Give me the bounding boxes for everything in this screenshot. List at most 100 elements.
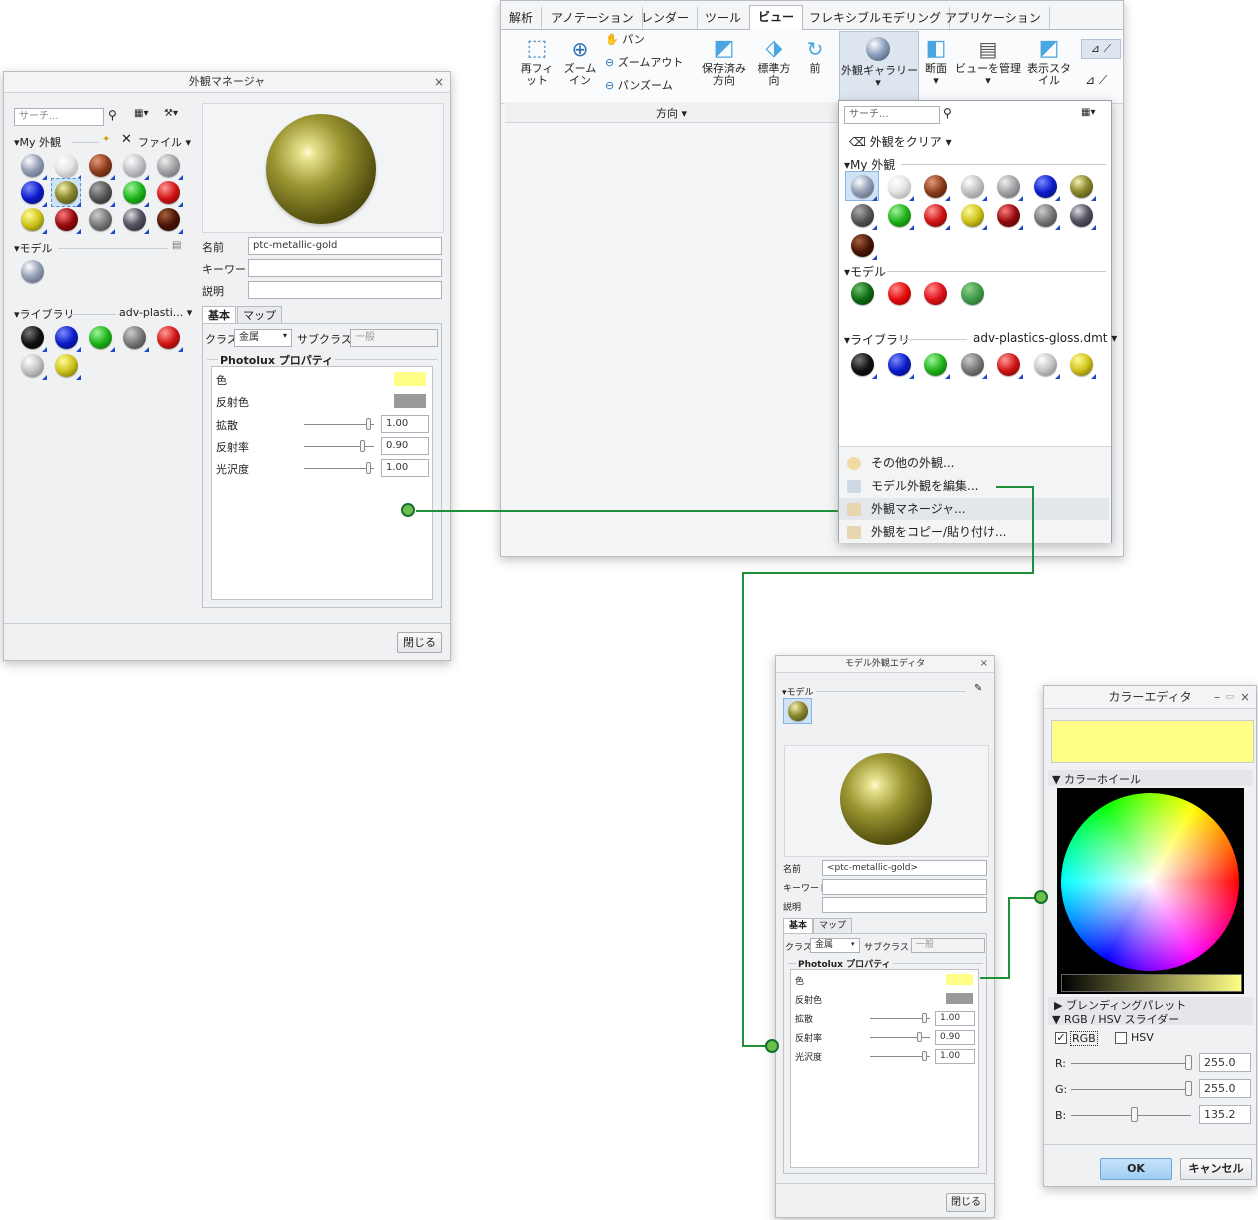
delete-icon[interactable]: ✕ — [121, 132, 132, 147]
keyword-field[interactable] — [248, 259, 442, 277]
gloss-value[interactable]: 1.00 — [381, 459, 429, 477]
library-swatch[interactable] — [888, 353, 914, 379]
library-swatch[interactable] — [89, 326, 115, 352]
tab-basic[interactable]: 基本 — [783, 918, 814, 933]
brightness-bar[interactable] — [1061, 974, 1242, 992]
saved-view-button[interactable]: ◩ 保存済み方向 — [699, 35, 749, 87]
tab-tools[interactable]: ツール — [697, 7, 751, 29]
gallery-swatch[interactable] — [924, 204, 950, 230]
clear-appearance-menu[interactable]: ⌫ 外観をクリア ▾ — [849, 133, 952, 150]
gallery-swatch[interactable] — [997, 175, 1023, 201]
diffuse-slider-thumb[interactable] — [366, 418, 371, 430]
tab-map[interactable]: マップ — [237, 306, 282, 323]
view-options-icon[interactable]: ▦▾ — [134, 108, 148, 119]
gallery-model-header[interactable]: ▾モデル — [844, 263, 886, 280]
color-swatch[interactable] — [946, 974, 973, 985]
name-field[interactable]: <ptc-metallic-gold> — [822, 860, 987, 876]
cancel-button[interactable]: キャンセル — [1180, 1158, 1252, 1180]
chevron-down-icon[interactable]: ▾ — [851, 940, 855, 948]
new-icon[interactable]: ✦ — [102, 134, 110, 145]
color-editor-titlebar[interactable]: カラーエディタ – ▭ × — [1044, 686, 1256, 709]
g-slider[interactable] — [1071, 1089, 1191, 1090]
library-swatch[interactable] — [21, 354, 47, 380]
gloss-value[interactable]: 1.00 — [935, 1049, 975, 1064]
model-swatch[interactable] — [924, 282, 947, 305]
description-field[interactable] — [248, 281, 442, 299]
appearance-swatch[interactable] — [21, 181, 47, 207]
gallery-swatch[interactable] — [1034, 204, 1060, 230]
library-swatch[interactable] — [997, 353, 1023, 379]
appearance-swatch[interactable] — [89, 181, 115, 207]
model-appearance-swatch-gold[interactable] — [788, 701, 808, 721]
b-slider-thumb[interactable] — [1131, 1107, 1138, 1122]
library-swatch[interactable] — [55, 354, 81, 380]
menu-more-appearances[interactable]: その他の外観... — [839, 452, 1109, 474]
appearance-swatch[interactable] — [157, 181, 183, 207]
appearance-swatch[interactable] — [157, 154, 183, 180]
subclass-select[interactable]: 一般 — [350, 329, 438, 347]
gloss-slider[interactable] — [304, 468, 374, 469]
gallery-swatch[interactable] — [1070, 175, 1096, 201]
gallery-swatch[interactable] — [851, 204, 877, 230]
library-swatch[interactable] — [1034, 353, 1060, 379]
diffuse-slider-thumb[interactable] — [922, 1013, 927, 1023]
close-icon[interactable]: × — [434, 72, 444, 92]
color-wheel[interactable] — [1061, 793, 1239, 971]
refit-button[interactable]: ⬚ 再フィット — [515, 35, 559, 87]
appearance-swatch[interactable] — [55, 208, 81, 234]
r-value[interactable]: 255.0 — [1199, 1053, 1251, 1072]
menu-edit-model-appearance[interactable]: モデル外観を編集... — [839, 475, 1109, 497]
model-section-header[interactable]: ▾モデル — [14, 240, 53, 256]
library-swatch[interactable] — [123, 326, 149, 352]
r-slider[interactable] — [1071, 1063, 1191, 1064]
g-value[interactable]: 255.0 — [1199, 1079, 1251, 1098]
library-swatch[interactable] — [55, 326, 81, 352]
g-slider-thumb[interactable] — [1185, 1081, 1192, 1096]
zoom-out-button[interactable]: ⊖ ズームアウト — [605, 57, 683, 69]
gallery-swatch[interactable] — [961, 175, 987, 201]
search-icon[interactable]: ⚲ — [943, 106, 952, 120]
search-input[interactable]: サーチ... — [14, 108, 104, 126]
gloss-slider-thumb[interactable] — [922, 1051, 927, 1061]
tab-map[interactable]: マップ — [813, 918, 853, 933]
gallery-swatch[interactable] — [997, 204, 1023, 230]
gallery-swatch[interactable] — [851, 175, 877, 201]
close-icon[interactable]: × — [1240, 686, 1250, 708]
tab-view[interactable]: ビュー — [749, 5, 804, 30]
close-button[interactable]: 閉じる — [397, 632, 442, 653]
appearance-gallery-button[interactable]: 外観ギャラリー ▾ — [841, 35, 918, 89]
close-button[interactable]: 閉じる — [946, 1193, 986, 1212]
library-swatch[interactable] — [21, 326, 47, 352]
appearance-swatch[interactable] — [89, 208, 115, 234]
gallery-swatch[interactable] — [851, 234, 877, 260]
gallery-swatch[interactable] — [888, 204, 914, 230]
sketch-icon[interactable]: ⊿ ⟋ — [1081, 39, 1121, 59]
model-editor-titlebar[interactable]: モデル外観エディタ × — [776, 656, 994, 673]
file-menu[interactable]: ファイル ▾ — [138, 134, 191, 150]
name-field[interactable]: ptc-metallic-gold — [248, 237, 442, 255]
model-swatch[interactable] — [888, 282, 911, 305]
view-manager-button[interactable]: ▤ ビューを管理 ▾ — [955, 35, 1021, 87]
appearance-swatch[interactable] — [21, 208, 47, 234]
chevron-down-icon[interactable]: ▾ — [283, 331, 287, 340]
appearance-swatch[interactable] — [89, 154, 115, 180]
pan-zoom-button[interactable]: ⊖ パンズーム — [605, 80, 673, 92]
appearance-swatch-gold[interactable] — [55, 181, 81, 207]
tab-applications[interactable]: アプリケーション — [937, 7, 1050, 29]
menu-copy-paste-appearance[interactable]: 外観をコピー/貼り付け... — [839, 521, 1109, 543]
gallery-search-input[interactable]: サーチ... — [844, 106, 940, 124]
diffuse-value[interactable]: 1.00 — [935, 1011, 975, 1026]
diffuse-value[interactable]: 1.00 — [381, 415, 429, 433]
appearance-swatch[interactable] — [123, 181, 149, 207]
gallery-swatch[interactable] — [1070, 204, 1096, 230]
gloss-slider[interactable] — [870, 1056, 930, 1057]
display-style-button[interactable]: ◩ 表示スタイル — [1023, 35, 1075, 87]
tab-basic[interactable]: 基本 — [202, 306, 236, 323]
section-button[interactable]: ◧ 断面 ▾ — [919, 35, 953, 87]
rgb-hsv-sliders-section[interactable]: ▼ RGB / HSV スライダー — [1052, 1011, 1179, 1027]
gallery-swatch[interactable] — [961, 204, 987, 230]
library-file-select[interactable]: adv-plasti... ▾ — [119, 306, 192, 319]
library-section-header[interactable]: ▾ライブラリ — [14, 306, 75, 322]
reflect-color-swatch[interactable] — [394, 394, 426, 408]
model-section-header[interactable]: ▾モデル — [782, 685, 814, 698]
